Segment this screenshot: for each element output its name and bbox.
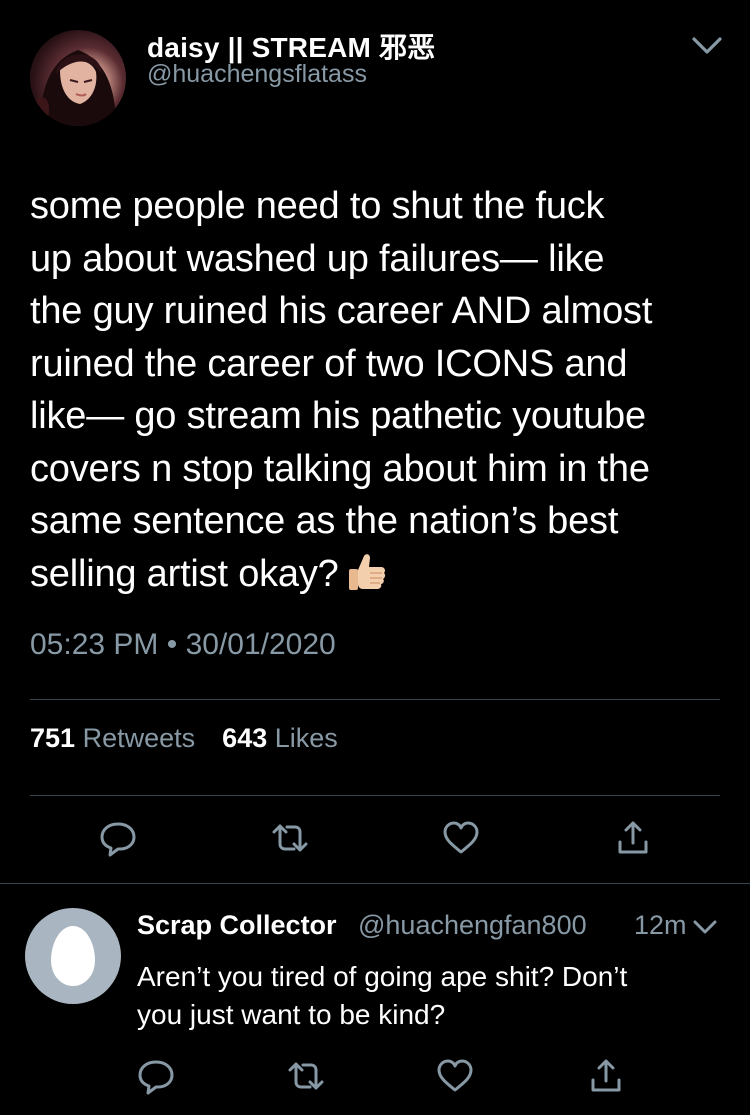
retweet-icon[interactable] [270,818,310,858]
reply-text: Aren’t you tired of going ape shit? Don’… [137,958,737,1034]
reply-text-line: Aren’t you tired of going ape shit? Don’… [137,961,628,992]
default-egg-avatar-icon [51,926,95,986]
reply-username-handle[interactable]: @huachengfan800 [358,910,587,941]
avatar-illustration [34,50,116,126]
tweet-text: some people need to shut the fuck up abo… [30,180,730,600]
thumbs-up-icon [348,553,385,590]
tweet-text-line: same sentence as the nation’s best [30,500,619,542]
divider [30,795,720,796]
heart-icon[interactable] [441,818,481,858]
share-icon[interactable] [586,1056,626,1096]
tweet-text-line: up about washed up failures— like [30,237,605,280]
tweet-text-line: like— go stream his pathetic youtube [30,395,646,437]
reply-timestamp: 12m [634,910,687,940]
tweet-timestamp[interactable]: 05:23 PM • 30/01/2020 [30,628,336,662]
tweet-text-line: covers n stop talking about him in the [30,447,650,490]
divider [0,883,750,884]
chevron-down-icon[interactable] [692,918,718,936]
retweet-icon[interactable] [286,1056,326,1096]
username-handle[interactable]: @huachengsflatass [147,60,367,89]
reply-text-line: you just want to be kind? [137,999,446,1030]
tweet-text-line-last: selling artist okay? [30,548,730,601]
retweets-count[interactable]: 751 [30,723,75,753]
reply-display-name[interactable]: Scrap Collector [137,910,337,941]
tweet-stats: 751 Retweets 643 Likes [30,723,338,754]
tweet-text-line: ruined the career of two ICONS and [30,342,628,385]
tweet-header: daisy || STREAM 邪恶 @huachengsflatass [0,0,750,150]
reply-avatar[interactable] [25,908,121,1004]
divider [30,699,720,700]
chevron-down-icon[interactable] [690,34,724,58]
avatar[interactable] [30,30,126,126]
tweet-text-line: some people need to shut the fuck [30,185,605,227]
reply-icon[interactable] [136,1056,176,1096]
heart-icon[interactable] [435,1056,475,1096]
retweets-label[interactable]: Retweets [83,723,196,753]
tweet-text-line: the guy ruined his career AND almost [30,290,653,332]
tweet-text-line: selling artist okay? [30,552,339,595]
reply-icon[interactable] [98,818,138,858]
share-icon[interactable] [613,818,653,858]
likes-label[interactable]: Likes [275,723,338,753]
likes-count[interactable]: 643 [222,723,267,753]
